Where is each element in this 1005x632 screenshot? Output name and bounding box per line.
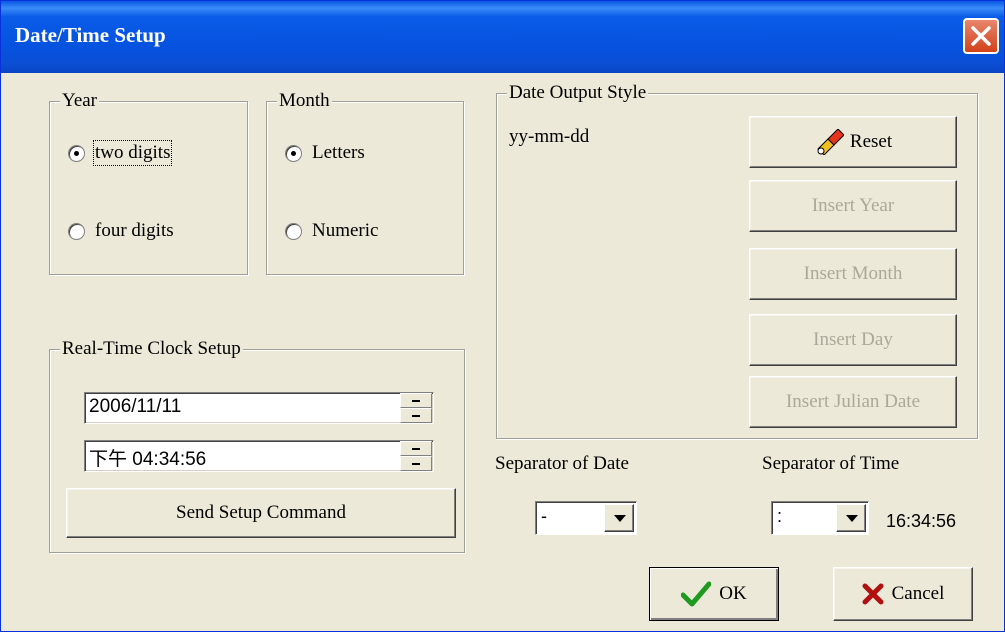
insert-year-button[interactable]: Insert Year — [749, 180, 957, 232]
chevron-down-icon[interactable] — [604, 504, 634, 532]
checkmark-icon — [681, 581, 712, 607]
month-group: Month Letters Numeric — [266, 90, 464, 275]
radio-circle[interactable] — [285, 144, 302, 162]
reset-button[interactable]: Reset — [749, 116, 957, 168]
radio-label: Letters — [312, 142, 365, 163]
insert-julian-date-button[interactable]: Insert Julian Date — [749, 376, 957, 428]
chevron-down-icon[interactable] — [836, 504, 866, 532]
spin-up-button[interactable] — [400, 441, 432, 456]
window-title: Date/Time Setup — [15, 23, 166, 47]
date-input[interactable]: 2006/11/11 — [84, 392, 434, 424]
x-icon — [862, 583, 884, 605]
date-separator-value: - — [541, 506, 547, 526]
reset-label: Reset — [849, 131, 893, 152]
insert-day-button[interactable]: Insert Day — [749, 314, 957, 366]
ok-button[interactable]: OK — [649, 567, 779, 621]
spin-up-button[interactable] — [400, 393, 432, 408]
year-group: Year two digits four digits — [49, 90, 248, 275]
rtc-legend: Real-Time Clock Setup — [60, 338, 243, 360]
date-spinner[interactable] — [400, 393, 432, 423]
radio-letters[interactable]: Letters — [285, 142, 365, 164]
separator-of-time-label: Separator of Time — [762, 453, 900, 474]
spin-down-button[interactable] — [400, 408, 432, 423]
close-button[interactable] — [963, 18, 999, 54]
time-input[interactable]: 下午 04:34:56 — [84, 440, 434, 472]
rtc-group: Real-Time Clock Setup 2006/11/11 下午 04:3… — [49, 338, 465, 553]
output-style-group: Date Output Style yy-mm-dd Reset Insert … — [496, 82, 978, 439]
time-value: 下午 04:34:56 — [89, 449, 207, 470]
date-value: 2006/11/11 — [89, 396, 182, 417]
insert-day-label: Insert Day — [813, 329, 893, 350]
insert-julian-date-label: Insert Julian Date — [785, 391, 920, 412]
output-format-text: yy-mm-dd — [509, 126, 590, 147]
insert-month-label: Insert Month — [803, 263, 903, 284]
radio-circle[interactable] — [68, 144, 85, 162]
spin-down-button[interactable] — [400, 456, 432, 471]
time-preview-text: 16:34:56 — [886, 511, 957, 531]
close-icon — [971, 26, 991, 46]
cancel-label: Cancel — [891, 583, 945, 604]
radio-circle[interactable] — [68, 222, 85, 240]
cancel-button[interactable]: Cancel — [833, 567, 973, 621]
send-setup-command-button[interactable]: Send Setup Command — [66, 488, 456, 538]
radio-numeric[interactable]: Numeric — [285, 220, 378, 242]
separator-of-date-label: Separator of Date — [495, 453, 629, 474]
time-separator-select[interactable]: : — [771, 501, 869, 535]
insert-month-button[interactable]: Insert Month — [749, 248, 957, 300]
radio-label: two digits — [92, 140, 173, 166]
dialog-window: Date/Time Setup Year two digits four dig… — [0, 0, 1005, 632]
radio-label: four digits — [95, 220, 174, 241]
time-separator-value: : — [777, 506, 783, 526]
radio-two-digits[interactable]: two digits — [68, 140, 173, 166]
output-style-legend: Date Output Style — [507, 82, 649, 104]
month-legend: Month — [277, 90, 332, 112]
radio-label: Numeric — [312, 220, 379, 241]
radio-four-digits[interactable]: four digits — [68, 220, 174, 242]
title-bar[interactable]: Date/Time Setup — [1, 1, 1004, 73]
ok-label: OK — [719, 583, 747, 604]
insert-year-label: Insert Year — [811, 195, 895, 216]
send-setup-command-label: Send Setup Command — [176, 502, 346, 523]
time-spinner[interactable] — [400, 441, 432, 471]
radio-circle[interactable] — [285, 222, 302, 240]
year-legend: Year — [60, 90, 100, 112]
date-separator-select[interactable]: - — [535, 501, 637, 535]
eraser-icon — [817, 129, 844, 155]
